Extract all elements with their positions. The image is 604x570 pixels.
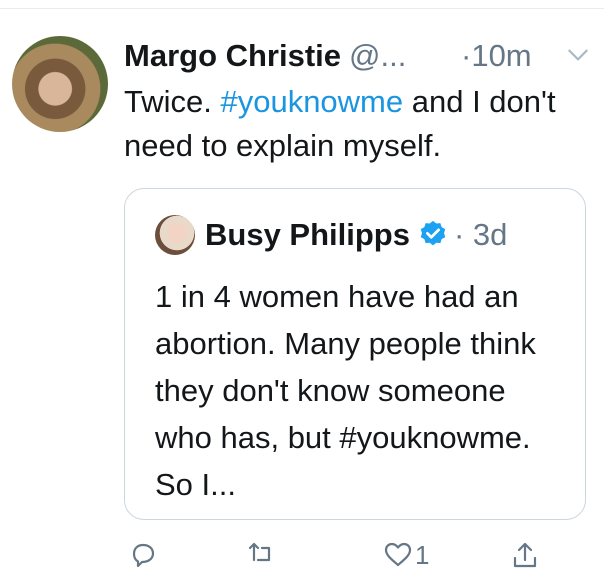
quoted-author-avatar (155, 215, 195, 255)
top-divider (0, 8, 604, 9)
author-avatar[interactable] (12, 36, 108, 132)
tweet-text: Twice. #youknowme and I don't need to ex… (124, 80, 594, 168)
author-handle[interactable]: @... (349, 38, 406, 73)
quoted-tweet-text: 1 in 4 women have had an abortion. Many … (155, 279, 536, 502)
chevron-down-icon[interactable] (565, 42, 591, 68)
tweet-actions: 1 (0, 538, 604, 570)
tweet-time[interactable]: ·10m (461, 36, 532, 76)
verified-badge-icon (420, 220, 446, 246)
tweet-text-before: Twice. (124, 84, 221, 119)
quoted-tweet-time: · 3d (453, 217, 508, 252)
share-icon (513, 542, 537, 568)
quoted-tweet-card[interactable]: Busy Philipps · 3d 1 in 4 women have had… (124, 188, 586, 520)
like-icon (384, 542, 412, 567)
retweet-button[interactable] (247, 540, 277, 570)
share-button[interactable] (510, 540, 540, 570)
author-name[interactable]: Margo Christie (124, 38, 341, 73)
quoted-author-name: Busy Philipps (205, 217, 410, 252)
quoted-tweet-header: Busy Philipps · 3d (205, 213, 507, 257)
retweet-icon (248, 542, 271, 562)
tweet-header: Margo Christie @... ·10m (124, 36, 594, 76)
reply-button[interactable] (128, 540, 158, 570)
like-count: 1 (415, 540, 430, 570)
reply-icon (132, 543, 155, 568)
like-button[interactable]: 1 (383, 540, 429, 570)
hashtag-link[interactable]: #youknowme (220, 84, 403, 119)
